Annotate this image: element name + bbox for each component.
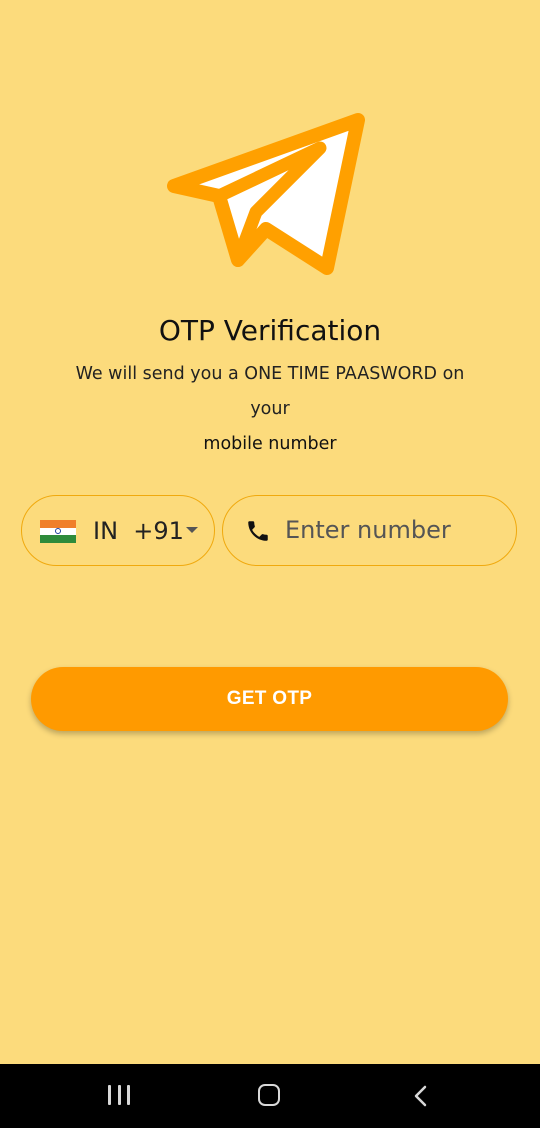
recents-icon[interactable] [108, 1085, 130, 1107]
page-title: OTP Verification [158, 314, 382, 347]
get-otp-button[interactable]: GET OTP [31, 667, 508, 731]
system-navigation-bar [0, 1064, 540, 1128]
caret-down-icon[interactable] [186, 527, 198, 533]
subtitle-line-1: We will send you a ONE TIME PAASWORD on … [75, 364, 465, 419]
india-flag-icon [40, 520, 76, 544]
page-subtitle: We will send you a ONE TIME PAASWORD on … [60, 357, 480, 462]
paper-plane-icon [167, 113, 365, 275]
subtitle-line-2: mobile number [203, 434, 337, 454]
otp-verification-screen: OTP Verification We will send you a ONE … [0, 0, 540, 1128]
back-icon[interactable] [410, 1084, 432, 1108]
phone-icon [248, 521, 268, 541]
country-code-picker[interactable]: IN +91 [21, 495, 215, 566]
home-icon[interactable] [258, 1084, 280, 1106]
phone-number-input[interactable] [285, 510, 495, 550]
country-code-value: IN +91 [93, 517, 184, 545]
phone-number-field[interactable] [222, 495, 517, 566]
